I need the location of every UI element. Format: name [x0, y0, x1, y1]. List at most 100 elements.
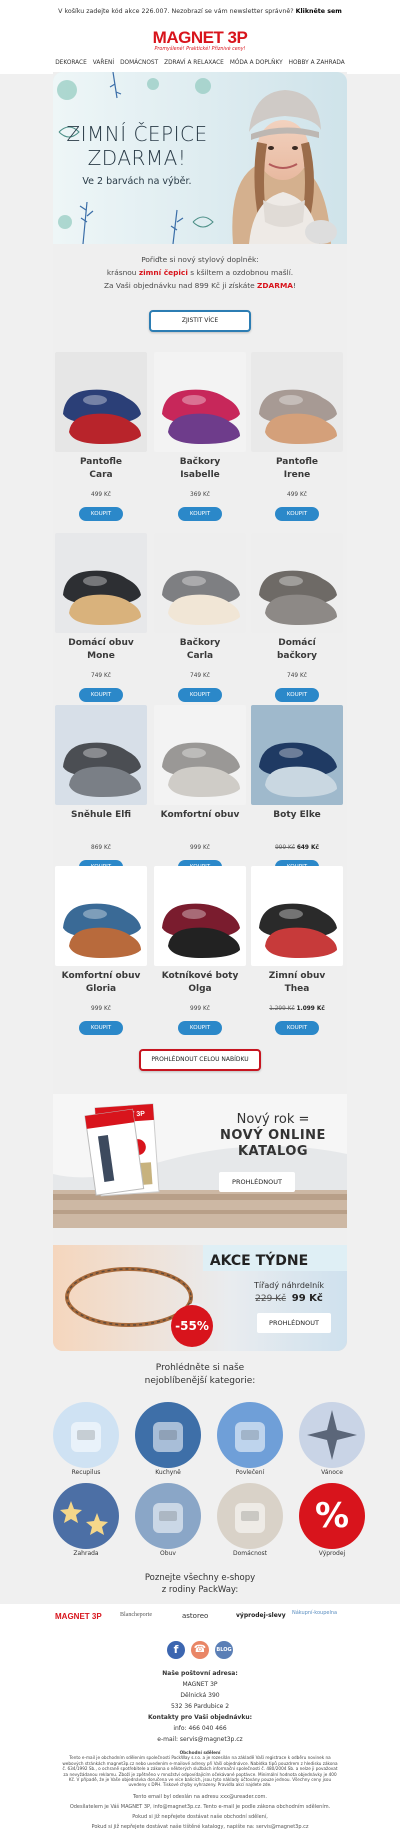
product-name[interactable]: Komfortní obuv — [154, 809, 246, 837]
category-label[interactable]: Zahrada — [53, 1550, 119, 1557]
product-card[interactable]: Zimní obuv Thea 1.299 Kč 1.099 Kč KOUPIT — [251, 866, 343, 1035]
product-image[interactable] — [154, 705, 246, 805]
product-name[interactable]: Sněhule Elfi — [55, 809, 147, 837]
contact-email[interactable]: e-mail: servis@magnet3p.cz — [53, 1734, 347, 1745]
category-item[interactable]: Obuv — [135, 1483, 201, 1557]
buy-button[interactable]: KOUPIT — [275, 688, 319, 702]
hero-banner[interactable]: ZIMNÍ ČEPICE ZDARMA! Ve 2 barvách na výb… — [53, 72, 347, 244]
catalog-view-button[interactable]: PROHLÉDNOUT — [219, 1172, 295, 1192]
category-item[interactable]: Recupilus — [53, 1402, 119, 1476]
nav-item-hobby[interactable]: HOBBY A ZAHRADA — [289, 56, 345, 70]
buy-button[interactable]: KOUPIT — [178, 1021, 222, 1035]
category-item[interactable]: Kuchyně — [135, 1402, 201, 1476]
nav-item-zdravi[interactable]: ZDRAVÍ A RELAXACE — [164, 56, 224, 70]
product-name[interactable]: Domácí obuv Mone — [55, 637, 147, 665]
category-label[interactable]: Obuv — [135, 1550, 201, 1557]
slipper-icon[interactable] — [217, 1483, 283, 1549]
supplement-icon[interactable] — [53, 1402, 119, 1468]
product-card[interactable]: Komfortní obuv Gloria 999 Kč KOUPIT — [55, 866, 147, 1035]
product-name[interactable]: Domácí bačkory — [251, 637, 343, 665]
category-item[interactable]: Vánoce — [299, 1402, 365, 1476]
lights-icon[interactable] — [53, 1483, 119, 1549]
product-image[interactable] — [251, 866, 343, 966]
product-name[interactable]: Zimní obuv Thea — [251, 970, 343, 998]
buy-button[interactable]: KOUPIT — [275, 507, 319, 521]
category-label[interactable]: Povlečení — [217, 1469, 283, 1476]
buy-button[interactable]: KOUPIT — [79, 688, 123, 702]
eshop-blancheporte-logo[interactable]: Blancheporte — [120, 1612, 152, 1618]
product-image[interactable] — [55, 533, 147, 633]
buy-button[interactable]: KOUPIT — [79, 507, 123, 521]
nav-item-dekorace[interactable]: DEKORACE — [55, 56, 87, 70]
category-item[interactable]: Povlečení — [217, 1402, 283, 1476]
product-price: 749 Kč — [55, 673, 147, 679]
category-label[interactable]: Výprodej — [299, 1550, 365, 1557]
product-card[interactable]: Sněhule Elfi869 KčKOUPIT — [55, 705, 147, 874]
category-label[interactable]: Recupilus — [53, 1469, 119, 1476]
category-label[interactable]: Kuchyně — [135, 1469, 201, 1476]
blog-icon[interactable]: BLOG — [215, 1641, 233, 1659]
eshop-vyprodej-logo[interactable]: výprodej-slevy — [236, 1612, 286, 1619]
brand-logo[interactable]: MAGNET 3P Promyšlené! Praktické! Přízniv… — [145, 29, 255, 53]
nav-item-moda[interactable]: MÓDA A DOPLŇKY — [230, 56, 283, 70]
weekly-deal-banner[interactable]: AKCE TÝDNE Tířadý náhrdelník 229 Kč 99 K… — [53, 1245, 347, 1351]
eshop-astoreo-logo[interactable]: astoreo — [182, 1612, 208, 1620]
product-name[interactable]: Bačkory Isabelle — [154, 456, 246, 484]
product-image[interactable] — [154, 866, 246, 966]
buy-button[interactable]: KOUPIT — [79, 1021, 123, 1035]
product-name-line2: Cara — [89, 470, 113, 480]
product-card[interactable]: Pantofle Cara 499 Kč KOUPIT — [55, 352, 147, 521]
product-image[interactable] — [55, 866, 147, 966]
product-card[interactable]: Boty Elke999 Kč 649 KčKOUPIT — [251, 705, 343, 874]
product-image[interactable] — [154, 533, 246, 633]
category-item[interactable]: % Výprodej — [299, 1483, 365, 1557]
kettle-icon[interactable] — [135, 1402, 201, 1468]
category-label[interactable]: Domácnost — [217, 1550, 283, 1557]
product-image[interactable] — [154, 352, 246, 452]
product-card[interactable]: Komfortní obuv999 KčKOUPIT — [154, 705, 246, 874]
product-card[interactable]: Bačkory Isabelle 369 Kč KOUPIT — [154, 352, 246, 521]
product-image[interactable] — [55, 352, 147, 452]
product-image[interactable] — [251, 352, 343, 452]
product-price: 749 Kč — [251, 673, 343, 679]
discount-badge: -55% — [171, 1305, 213, 1347]
view-all-button[interactable]: PROHLÉDNOUT CELOU NABÍDKU — [139, 1049, 261, 1071]
product-name[interactable]: Pantofle Irene — [251, 456, 343, 484]
percent-icon[interactable]: % — [299, 1483, 365, 1549]
product-name[interactable]: Pantofle Cara — [55, 456, 147, 484]
product-price: 1.299 Kč 1.099 Kč — [251, 1006, 343, 1012]
product-name[interactable]: Komfortní obuv Gloria — [55, 970, 147, 998]
eshop-magnet3p-logo[interactable]: MAGNET 3P — [55, 1612, 102, 1621]
buy-button[interactable]: KOUPIT — [178, 688, 222, 702]
category-item[interactable]: Domácnost — [217, 1483, 283, 1557]
star-icon[interactable] — [299, 1402, 365, 1468]
product-card[interactable]: Bačkory Carla 749 Kč KOUPIT — [154, 533, 246, 702]
facebook-icon[interactable]: f — [167, 1641, 185, 1659]
bedding-icon[interactable] — [217, 1402, 283, 1468]
nav-item-vareni[interactable]: VAŘENÍ — [93, 56, 114, 70]
weekly-view-button[interactable]: PROHLÉDNOUT — [257, 1313, 331, 1333]
catalog-banner[interactable]: MAGNET 3P Nový rok = NOVÝ ONLINE KATALOG… — [53, 1094, 347, 1228]
product-card[interactable]: Domácí obuv Mone 749 Kč KOUPIT — [55, 533, 147, 702]
view-online-link[interactable]: Klikněte sem — [296, 8, 342, 15]
category-item[interactable]: Zahrada — [53, 1483, 119, 1557]
buy-button[interactable]: KOUPIT — [178, 507, 222, 521]
phone-icon[interactable]: ☎ — [191, 1641, 209, 1659]
eshop-koupelna-logo[interactable]: Nákupní-koupelna — [292, 1610, 337, 1616]
product-name[interactable]: Kotníkové boty Olga — [154, 970, 246, 998]
shoe-icon[interactable] — [135, 1483, 201, 1549]
product-name[interactable]: Boty Elke — [251, 809, 343, 837]
product-price: 999 Kč — [154, 845, 246, 851]
product-image[interactable] — [251, 533, 343, 633]
product-name[interactable]: Bačkory Carla — [154, 637, 246, 665]
unsubscribe-link[interactable]: Pokud si již nepřejete dostávat naše obc… — [53, 1812, 347, 1822]
product-card[interactable]: Kotníkové boty Olga 999 Kč KOUPIT — [154, 866, 246, 1035]
buy-button[interactable]: KOUPIT — [275, 1021, 319, 1035]
product-image[interactable] — [251, 705, 343, 805]
product-card[interactable]: Domácí bačkory 749 Kč KOUPIT — [251, 533, 343, 702]
product-image[interactable] — [55, 705, 147, 805]
nav-item-domacnost[interactable]: DOMÁCNOST — [120, 56, 158, 70]
category-label[interactable]: Vánoce — [299, 1469, 365, 1476]
product-card[interactable]: Pantofle Irene 499 Kč KOUPIT — [251, 352, 343, 521]
learn-more-button[interactable]: ZJISTIT VÍCE — [149, 310, 251, 332]
